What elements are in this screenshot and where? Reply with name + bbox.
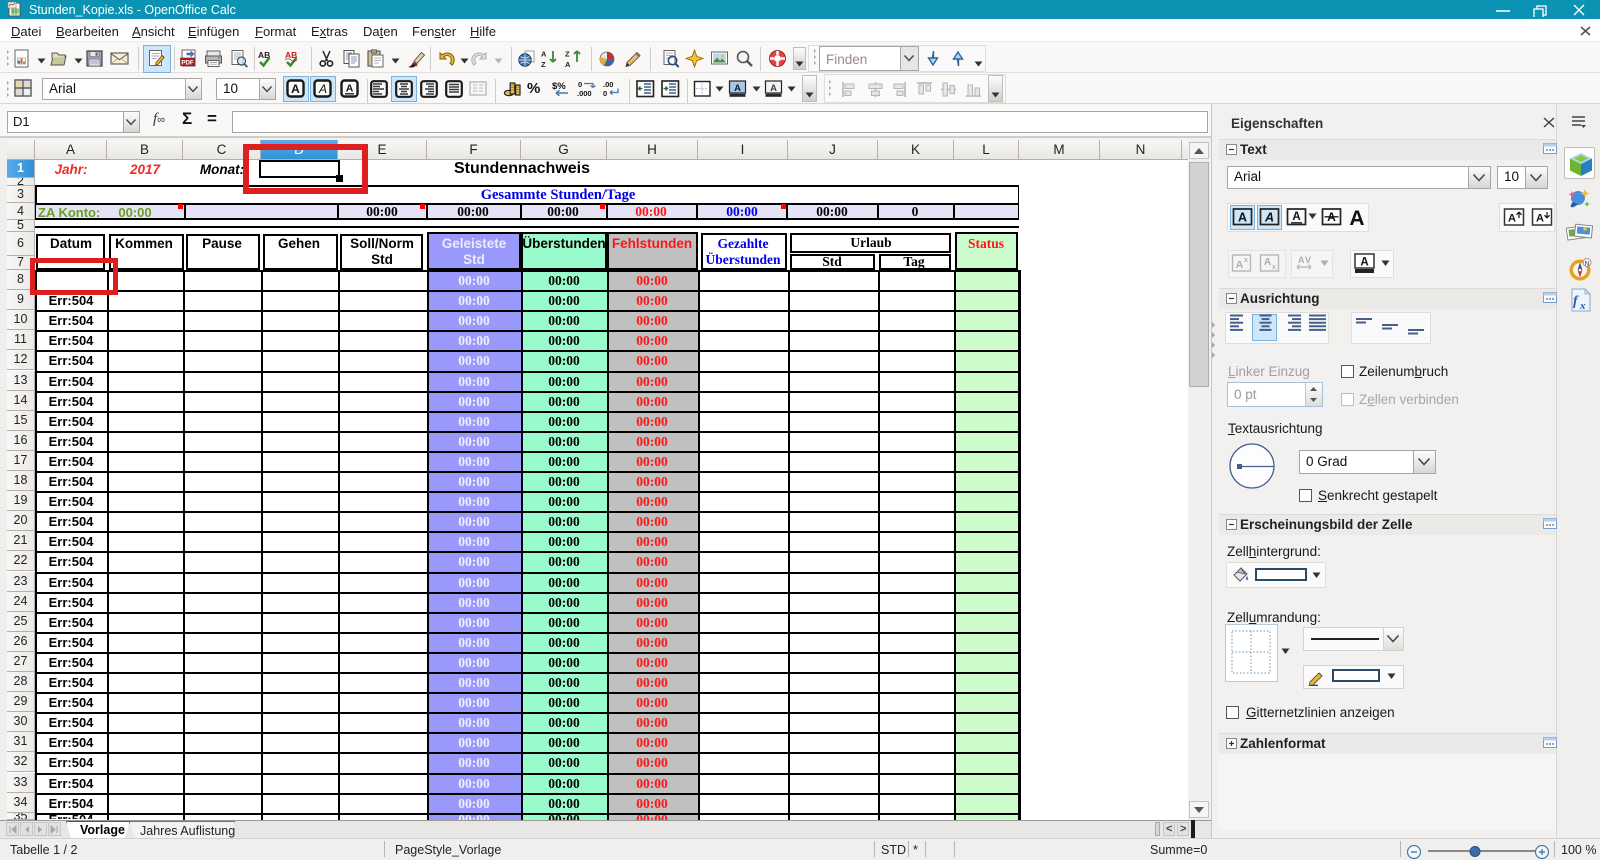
svg-text:A: A (734, 83, 741, 94)
svg-text:A: A (1360, 257, 1368, 269)
svg-text:x: x (1579, 300, 1586, 312)
svg-text:A: A (346, 83, 354, 95)
svg-text:.000: .000 (577, 89, 592, 98)
svg-text:N: N (1585, 260, 1590, 267)
svg-text:A: A (291, 82, 300, 96)
svg-text:A: A (318, 82, 327, 96)
svg-text:0: 0 (578, 80, 582, 89)
svg-text:A: A (1292, 211, 1300, 223)
svg-text:0: 0 (603, 89, 607, 98)
svg-text:A: A (565, 60, 571, 68)
svg-text:A: A (1508, 213, 1516, 225)
svg-text:PDF: PDF (181, 59, 194, 66)
svg-text:A: A (1349, 207, 1364, 230)
svg-text:A: A (1298, 255, 1305, 265)
svg-text:x: x (1244, 257, 1248, 264)
svg-text:A: A (541, 50, 547, 59)
svg-text:.00: .00 (603, 80, 613, 89)
svg-text:A: A (1264, 256, 1272, 268)
svg-text:Z: Z (541, 60, 546, 68)
svg-text:V: V (1305, 255, 1311, 265)
svg-text:A: A (1264, 211, 1274, 225)
svg-text:A: A (1238, 211, 1247, 225)
svg-text:Z: Z (565, 50, 570, 59)
svg-text:A: A (1536, 213, 1544, 225)
svg-text:A: A (1236, 259, 1244, 271)
svg-text:x: x (1272, 264, 1276, 271)
svg-text:A: A (770, 83, 777, 94)
